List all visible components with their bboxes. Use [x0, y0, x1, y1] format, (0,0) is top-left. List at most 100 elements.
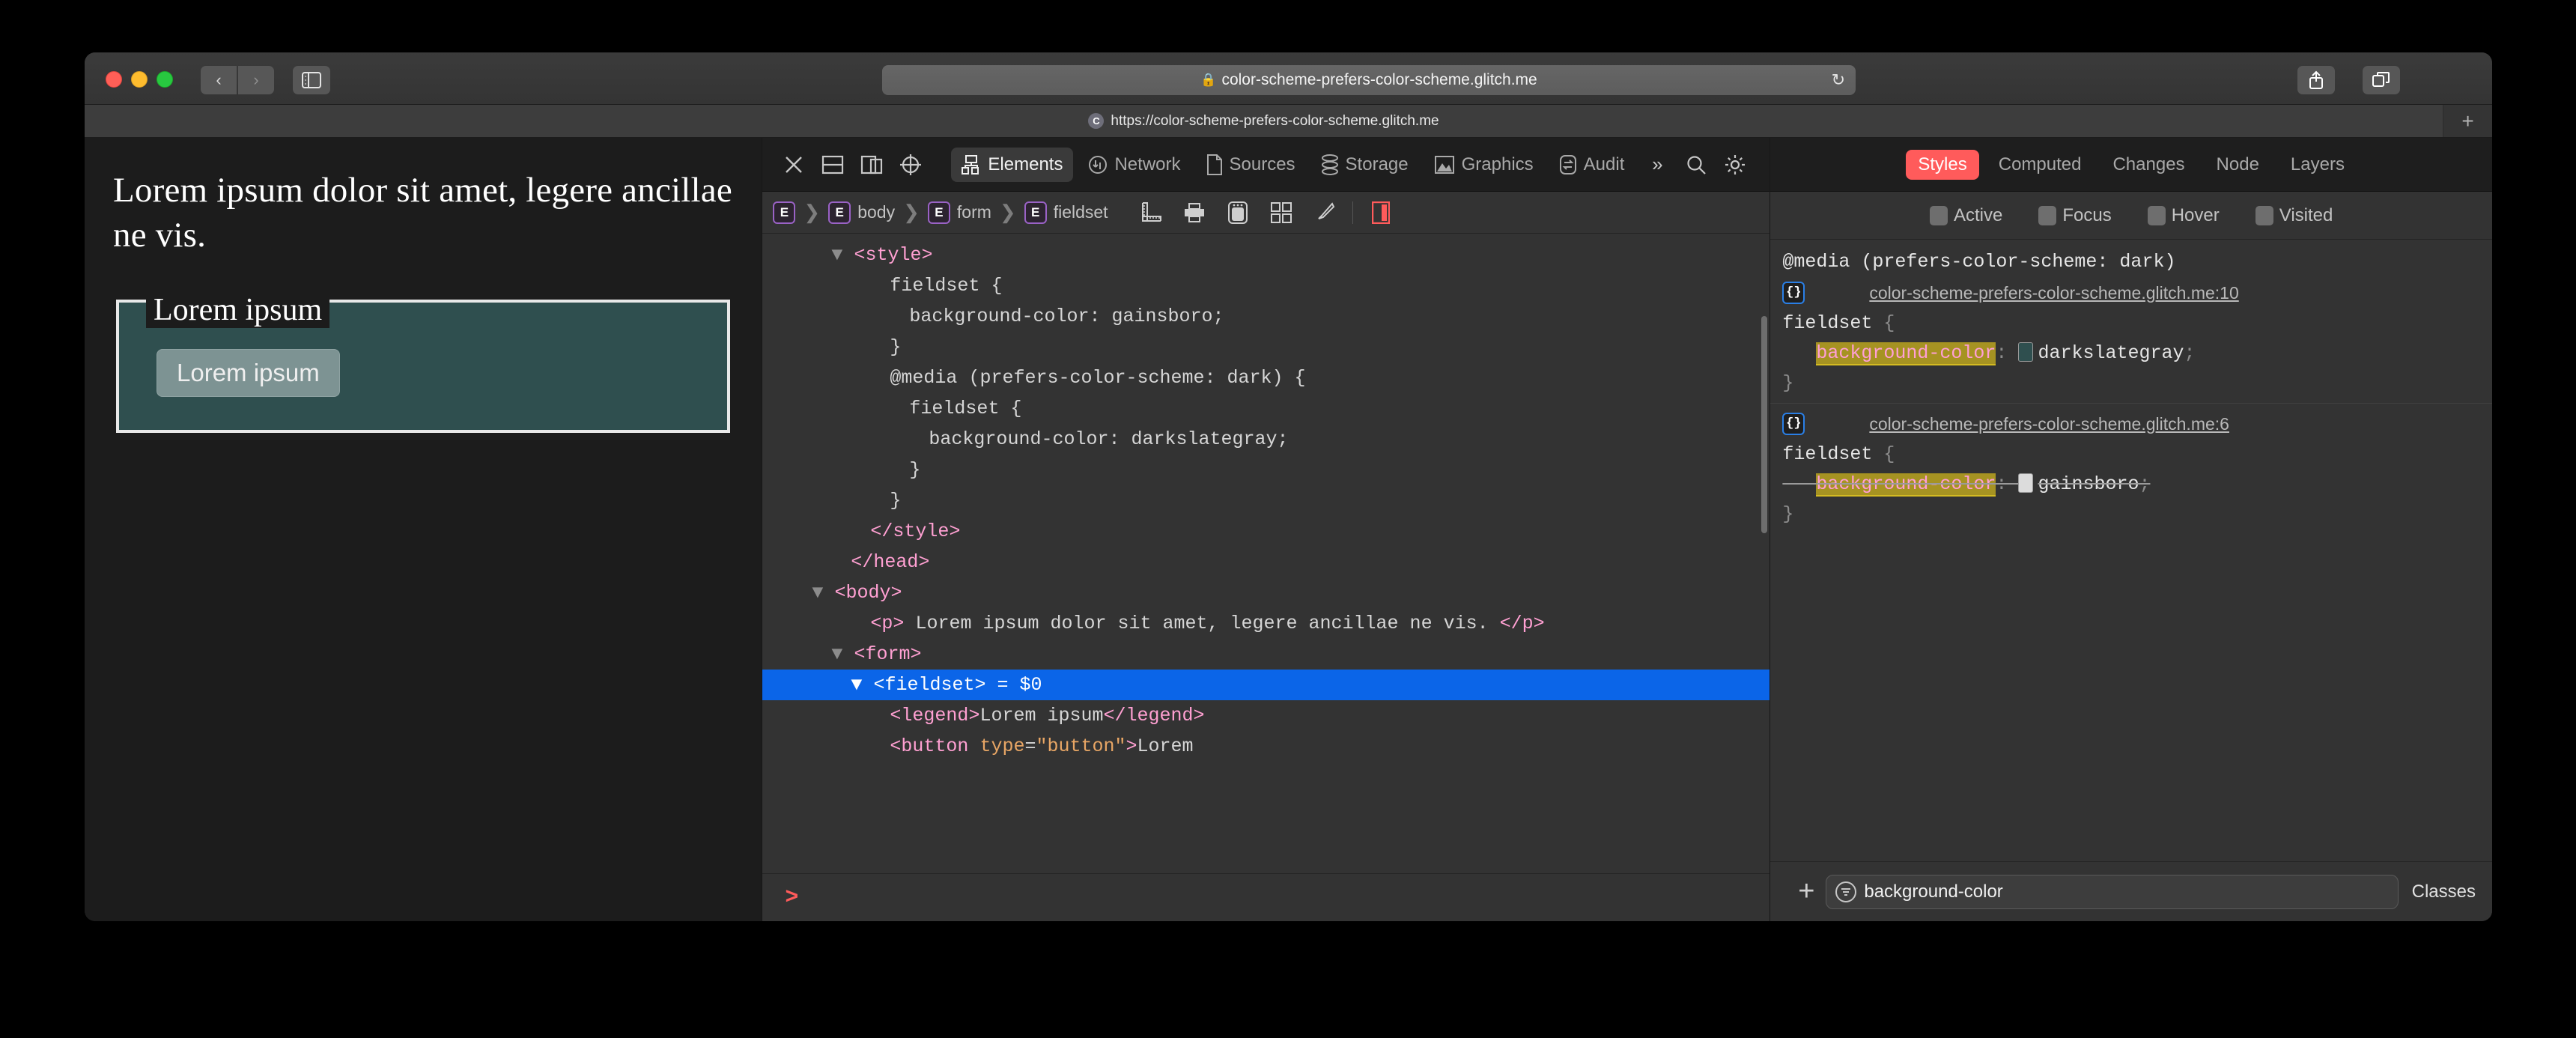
sidebar-icon: [302, 72, 321, 88]
grid-icon[interactable]: [1264, 198, 1298, 228]
breadcrumb-separator-icon: ❯: [804, 201, 821, 223]
dom-node[interactable]: }: [762, 455, 1770, 485]
tab-overview-button[interactable]: [2363, 66, 2400, 94]
dom-node[interactable]: <p> Lorem ipsum dolor sit amet, legere a…: [762, 608, 1770, 639]
ruler-icon[interactable]: [1134, 198, 1168, 228]
tab-layers[interactable]: Layers: [2279, 150, 2357, 180]
tab-computed[interactable]: Computed: [1987, 150, 2094, 180]
forward-button[interactable]: ›: [238, 66, 274, 94]
dom-node[interactable]: ▼ <body>: [762, 577, 1770, 608]
tab-sources[interactable]: Sources: [1196, 148, 1306, 182]
pseudo-focus[interactable]: Focus: [2038, 205, 2112, 226]
dom-tree-panel[interactable]: ▼ <style> fieldset {background-color: gai…: [762, 234, 1770, 873]
disclosure-triangle-icon[interactable]: ▼: [851, 674, 873, 696]
dom-node[interactable]: ▼ <form>: [762, 639, 1770, 670]
breadcrumb-divider: [1352, 201, 1353, 224]
declaration-value[interactable]: darkslategray: [2038, 342, 2184, 364]
checkbox-icon[interactable]: [1930, 205, 1948, 225]
styles-tab-bar: Styles Computed Changes Node Layers: [1770, 138, 2492, 192]
color-swatch[interactable]: [2018, 473, 2034, 493]
disclosure-triangle-icon[interactable]: ▼: [812, 582, 834, 604]
dom-node-selected[interactable]: ▼ <fieldset> = $0: [762, 670, 1770, 700]
dom-node[interactable]: </head>: [762, 547, 1770, 577]
share-button[interactable]: [2297, 66, 2335, 94]
dom-node[interactable]: background-color: darkslategray;: [762, 424, 1770, 455]
rule-selector: fieldset: [1782, 312, 1873, 334]
checkbox-icon[interactable]: [2255, 205, 2273, 225]
tab-network[interactable]: Network: [1078, 148, 1191, 182]
back-button[interactable]: ‹: [201, 66, 237, 94]
tab-graphics-label: Graphics: [1461, 154, 1534, 174]
styles-filter-input[interactable]: background-color: [1826, 874, 2399, 909]
browser-tab[interactable]: C https://color-scheme-prefers-color-sch…: [85, 105, 2443, 137]
tab-audit[interactable]: Audit: [1549, 148, 1635, 182]
dom-node[interactable]: }: [762, 332, 1770, 362]
color-swatch[interactable]: [2018, 342, 2034, 362]
more-tabs-button[interactable]: »: [1639, 147, 1675, 183]
new-tab-button[interactable]: +: [2443, 105, 2492, 137]
add-rule-button[interactable]: +: [1787, 875, 1826, 908]
dom-node[interactable]: <legend>Lorem ipsum</legend>: [762, 700, 1770, 731]
pseudo-visited[interactable]: Visited: [2255, 205, 2333, 226]
breadcrumb-item-form[interactable]: E form: [927, 201, 991, 224]
rule-selector-line[interactable]: fieldset {: [1770, 309, 2492, 339]
dom-tree[interactable]: ▼ <style> fieldset {background-color: gai…: [762, 234, 1770, 873]
window-minimize-button[interactable]: [131, 71, 148, 88]
dom-node[interactable]: fieldset {: [762, 393, 1770, 424]
checkbox-icon[interactable]: [2038, 205, 2057, 225]
print-icon[interactable]: [1177, 198, 1212, 228]
reload-icon[interactable]: ↻: [1832, 70, 1845, 90]
tab-computed-label: Computed: [1998, 154, 2082, 174]
console-prompt-icon: >: [785, 884, 799, 911]
pseudo-active[interactable]: Active: [1930, 205, 2002, 226]
dom-node[interactable]: }: [762, 485, 1770, 516]
tab-graphics[interactable]: Graphics: [1424, 148, 1544, 182]
dom-node[interactable]: <button type="button">Lorem: [762, 731, 1770, 762]
pseudo-hover[interactable]: Hover: [2147, 205, 2220, 226]
window-maximize-button[interactable]: [157, 71, 173, 88]
tab-styles[interactable]: Styles: [1906, 149, 1979, 180]
declaration-value[interactable]: gainsboro: [2038, 473, 2139, 495]
rule-declaration-overridden[interactable]: background-color: gainsboro;: [1770, 470, 2492, 500]
classes-button[interactable]: Classes: [2412, 881, 2476, 902]
disclosure-triangle-icon[interactable]: ▼: [831, 244, 854, 266]
breadcrumb-item-body[interactable]: E body: [828, 201, 895, 224]
rule-source-link[interactable]: color-scheme-prefers-color-scheme.glitch…: [1869, 409, 2229, 439]
breadcrumb-label: body: [857, 202, 896, 222]
paint-brush-icon[interactable]: [1307, 198, 1342, 228]
checkbox-icon[interactable]: [2147, 205, 2166, 225]
dom-node[interactable]: @media (prefers-color-scheme: dark) {: [762, 362, 1770, 393]
tab-node[interactable]: Node: [2205, 150, 2271, 180]
tab-storage[interactable]: Storage: [1310, 148, 1419, 182]
element-badge-icon: E: [1024, 201, 1047, 224]
window-close-button[interactable]: [106, 71, 122, 88]
css-rules-list[interactable]: @media (prefers-color-scheme: dark) {} c…: [1770, 240, 2492, 861]
breadcrumb-item-fieldset[interactable]: E fieldset: [1024, 201, 1108, 224]
console-prompt-bar[interactable]: >: [762, 873, 1770, 921]
show-sidebar-button[interactable]: [293, 66, 330, 94]
inspector-search-button[interactable]: [1678, 147, 1714, 183]
dock-bottom-button[interactable]: [815, 147, 851, 183]
dom-node[interactable]: ▼ <style>: [762, 240, 1770, 270]
address-bar[interactable]: 🔒 color-scheme-prefers-color-scheme.glit…: [882, 65, 1856, 95]
page-button[interactable]: Lorem ipsum: [157, 349, 340, 398]
declaration-property[interactable]: background-color: [1816, 342, 1996, 364]
inspect-element-button[interactable]: [893, 147, 929, 183]
device-icon[interactable]: [1221, 198, 1255, 228]
close-inspector-button[interactable]: [776, 147, 812, 183]
rule-declaration[interactable]: background-color: darkslategray;: [1770, 339, 2492, 368]
rule-source-link[interactable]: color-scheme-prefers-color-scheme.glitch…: [1869, 278, 2238, 308]
dom-scrollbar[interactable]: [1761, 316, 1768, 533]
inspector-settings-button[interactable]: [1717, 147, 1753, 183]
tab-elements[interactable]: Elements: [951, 147, 1074, 182]
dom-node[interactable]: fieldset {: [762, 270, 1770, 301]
disclosure-triangle-icon[interactable]: ▼: [831, 643, 854, 665]
rule-selector-line[interactable]: fieldset {: [1770, 440, 2492, 470]
layout-panel-icon[interactable]: [1364, 198, 1398, 228]
dock-right-button[interactable]: [854, 147, 890, 183]
declaration-property[interactable]: background-color: [1816, 473, 1996, 495]
dom-node[interactable]: background-color: gainsboro;: [762, 301, 1770, 332]
breadcrumb-item-html[interactable]: E: [773, 201, 796, 224]
tab-changes[interactable]: Changes: [2100, 150, 2196, 180]
dom-node[interactable]: </style>: [762, 516, 1770, 547]
